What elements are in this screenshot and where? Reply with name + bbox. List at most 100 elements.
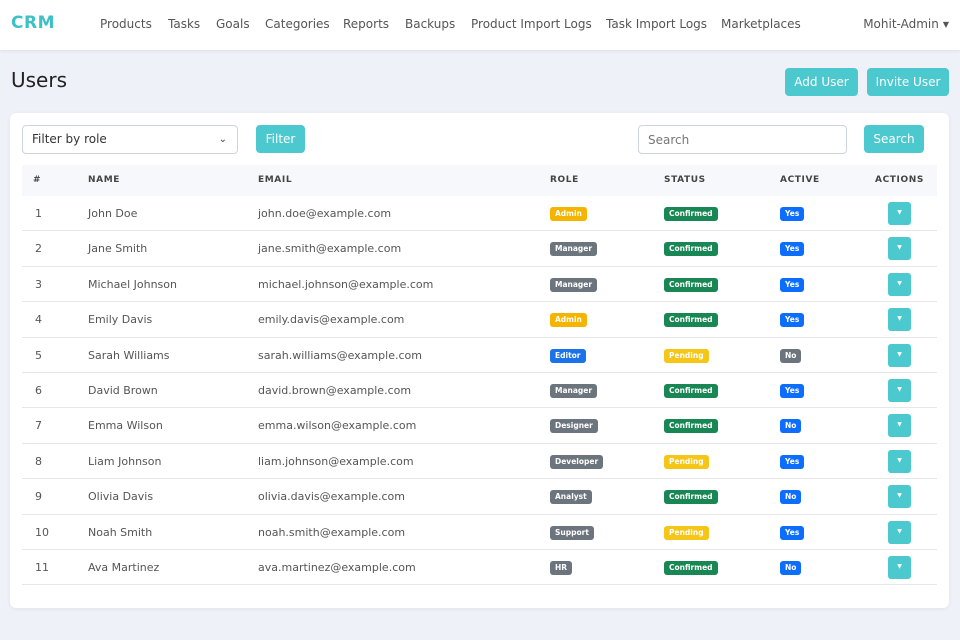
add-user-button[interactable]: Add User	[785, 68, 858, 96]
role-badge: Designer	[550, 419, 598, 434]
row-actions-button[interactable]: ▼	[888, 272, 911, 296]
role-badge: Manager	[550, 384, 598, 398]
row-number: 9	[35, 490, 42, 504]
role-badge: Support	[550, 525, 594, 540]
column-header-actions: ACTIONS	[875, 175, 924, 185]
nav-link-tasks[interactable]: Tasks	[168, 17, 200, 31]
chevron-down-icon: ⌄	[218, 134, 227, 145]
table-row: 10 Noah Smith noah.smith@example.com Suppor…	[22, 515, 937, 550]
row-actions-button[interactable]: ▼	[888, 414, 911, 438]
row-name: John Doe	[88, 207, 138, 220]
row-number: 11	[35, 561, 49, 574]
nav-link-product-import-logs[interactable]: Product Import Logs	[471, 17, 592, 31]
role-badge: Manager	[550, 242, 598, 257]
caret-down-icon: ▼	[897, 350, 902, 358]
invite-user-button[interactable]: Invite User	[867, 68, 949, 96]
status-badge: Confirmed	[664, 419, 718, 434]
row-actions-button[interactable]: ▼	[888, 343, 911, 367]
caret-down-icon: ▼	[897, 315, 902, 323]
table-row: 7 Emma Wilson emma.wilson@example.com Desig…	[22, 408, 937, 444]
filter-button[interactable]: Filter	[256, 125, 305, 153]
caret-down-icon: ▼	[897, 492, 902, 500]
active-badge: No	[780, 419, 802, 434]
nav-link-marketplaces[interactable]: Marketplaces	[721, 17, 801, 31]
search-button[interactable]: Search	[864, 125, 924, 153]
status-badge: Confirmed	[664, 384, 718, 398]
role-badge: HR	[550, 561, 573, 575]
page-title: Users	[11, 68, 68, 92]
row-email: olivia.davis@example.com	[258, 490, 406, 504]
row-number: 5	[35, 348, 42, 362]
status-badge: Confirmed	[664, 277, 718, 292]
row-email: noah.smith@example.com	[258, 525, 406, 539]
role-badge: Editor	[550, 348, 586, 363]
caret-down-icon: ▼	[897, 421, 902, 429]
row-email: emily.davis@example.com	[258, 313, 405, 327]
user-menu[interactable]: Mohit-Admin ▼	[863, 17, 949, 31]
role-badge: Admin	[550, 313, 587, 328]
row-actions-button[interactable]: ▼	[888, 485, 911, 509]
caret-down-icon: ▼	[942, 20, 949, 29]
status-badge: Pending	[664, 348, 709, 363]
role-filter-select[interactable]: Filter by role ⌄	[22, 125, 238, 154]
row-actions-button[interactable]: ▼	[888, 237, 911, 261]
table-row: 3 Michael Johnson michael.johnson@example.…	[22, 267, 937, 303]
role-filter-value: Filter by role	[32, 132, 107, 146]
row-name: David Brown	[88, 384, 158, 397]
brand-logo[interactable]: CRM	[11, 13, 55, 33]
row-number: 1	[35, 207, 42, 220]
active-badge: Yes	[780, 313, 805, 328]
caret-down-icon: ▼	[897, 456, 902, 464]
caret-down-icon: ▼	[897, 244, 902, 252]
column-header-active: ACTIVE	[780, 175, 820, 185]
row-name: Sarah Williams	[88, 348, 170, 362]
nav-link-task-import-logs[interactable]: Task Import Logs	[606, 17, 707, 31]
row-email: john.doe@example.com	[258, 207, 392, 220]
row-actions-button[interactable]: ▼	[888, 449, 911, 473]
role-badge: Manager	[550, 277, 598, 292]
active-badge: No	[780, 348, 802, 363]
row-name: Noah Smith	[88, 525, 153, 539]
row-email: emma.wilson@example.com	[258, 419, 417, 433]
active-badge: Yes	[780, 242, 805, 257]
row-number: 10	[35, 525, 49, 539]
row-number: 4	[35, 313, 42, 327]
active-badge: Yes	[780, 454, 805, 469]
row-number: 3	[35, 277, 42, 291]
column-header-role: ROLE	[550, 175, 579, 185]
users-card: Filter by role ⌄ Filter Search # NAME EM…	[10, 113, 949, 608]
row-name: Jane Smith	[88, 242, 148, 256]
table-row: 2 Jane Smith jane.smith@example.com Manager…	[22, 231, 937, 267]
row-actions-button[interactable]: ▼	[888, 202, 911, 225]
nav-link-reports[interactable]: Reports	[343, 17, 389, 31]
active-badge: No	[780, 490, 802, 505]
column-header-email: EMAIL	[258, 175, 293, 185]
table-row: 4 Emily Davis emily.davis@example.com Admin…	[22, 302, 937, 338]
row-number: 6	[35, 384, 42, 397]
caret-down-icon: ▼	[897, 279, 902, 287]
column-header-status: STATUS	[664, 175, 706, 185]
active-badge: Yes	[780, 525, 805, 540]
nav-link-goals[interactable]: Goals	[216, 17, 250, 31]
table-row: 5 Sarah Williams sarah.williams@example.co…	[22, 338, 937, 373]
row-actions-button[interactable]: ▼	[888, 520, 911, 544]
nav-link-products[interactable]: Products	[100, 17, 152, 31]
row-name: Emily Davis	[88, 313, 153, 327]
user-menu-label: Mohit-Admin	[863, 17, 939, 31]
role-badge: Developer	[550, 454, 604, 469]
row-actions-button[interactable]: ▼	[888, 556, 911, 579]
caret-down-icon: ▼	[897, 527, 902, 535]
row-name: Michael Johnson	[88, 277, 177, 291]
status-badge: Confirmed	[664, 242, 718, 257]
row-actions-button[interactable]: ▼	[888, 308, 911, 332]
table-row: 9 Olivia Davis olivia.davis@example.com Ana…	[22, 479, 937, 515]
table-header: # NAME EMAIL ROLE STATUS ACTIVE ACTIONS	[22, 165, 937, 196]
row-actions-button[interactable]: ▼	[888, 379, 911, 402]
nav-link-categories[interactable]: Categories	[265, 17, 330, 31]
active-badge: Yes	[780, 384, 805, 398]
row-email: michael.johnson@example.com	[258, 277, 434, 291]
row-email: ava.martinez@example.com	[258, 561, 416, 574]
row-number: 2	[35, 242, 42, 256]
search-input[interactable]	[638, 125, 847, 154]
nav-link-backups[interactable]: Backups	[405, 17, 455, 31]
